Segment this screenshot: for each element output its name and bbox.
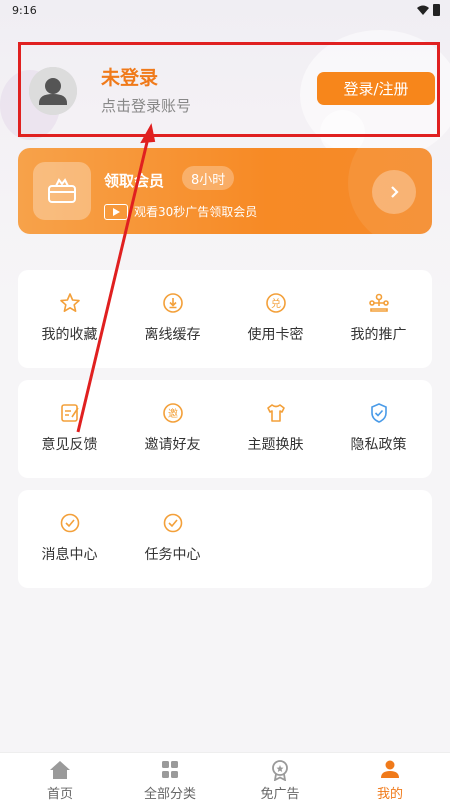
- svg-text:兑: 兑: [271, 297, 281, 310]
- menu-item-label: 意见反馈: [41, 437, 98, 453]
- redeem-icon: 兑: [265, 293, 286, 313]
- menu-item-invite-friends[interactable]: 邀 邀请好友: [121, 402, 224, 454]
- vip-title: 领取会员: [104, 172, 165, 190]
- nav-ad-free[interactable]: 免广告: [224, 759, 336, 800]
- login-prompt[interactable]: 点击登录账号: [101, 95, 191, 116]
- nav-mine[interactable]: 我的: [334, 759, 446, 800]
- award-icon: [272, 760, 288, 781]
- feature-section-2: 意见反馈 邀 邀请好友 主题换肤 隐私政策: [18, 380, 432, 478]
- invite-icon: 邀: [162, 403, 183, 423]
- menu-item-label: 任务中心: [144, 547, 201, 563]
- check-circle-icon: [60, 513, 79, 533]
- menu-item-label: 隐私政策: [350, 437, 407, 453]
- menu-item-label: 邀请好友: [144, 437, 201, 453]
- feature-section-1: 我的收藏 离线缓存 兑 使用卡密 我的推广: [18, 270, 432, 368]
- vip-card[interactable]: 领取会员 8小时 观看30秒广告领取会员: [18, 148, 432, 234]
- menu-item-label: 主题换肤: [247, 437, 304, 453]
- login-status-title: 未登录: [101, 67, 159, 89]
- nav-label: 我的: [376, 787, 403, 800]
- menu-item-label: 我的收藏: [41, 327, 98, 343]
- feedback-icon: [60, 404, 79, 422]
- avatar[interactable]: [29, 67, 77, 115]
- nav-label: 首页: [46, 787, 73, 800]
- download-icon: [162, 293, 183, 313]
- vip-go-button[interactable]: [372, 170, 416, 214]
- menu-item-favorites[interactable]: 我的收藏: [18, 292, 121, 344]
- status-time: 9:16: [12, 4, 37, 17]
- menu-item-label: 消息中心: [41, 547, 98, 563]
- profile-login-area[interactable]: 未登录 点击登录账号 登录/注册: [18, 42, 440, 137]
- vip-subtitle-row: 观看30秒广告领取会员: [104, 203, 257, 220]
- chevron-right-icon: [391, 186, 399, 198]
- menu-item-label: 使用卡密: [247, 327, 304, 343]
- menu-item-privacy-policy[interactable]: 隐私政策: [327, 402, 430, 454]
- menu-item-promotion[interactable]: 我的推广: [327, 292, 430, 344]
- status-bar: 9:16: [0, 0, 450, 22]
- shirt-icon: [266, 404, 285, 422]
- vip-subtitle: 观看30秒广告领取会员: [134, 205, 258, 219]
- shield-icon: [370, 403, 387, 423]
- default-avatar-icon: [29, 67, 77, 115]
- menu-item-task-center[interactable]: 任务中心: [121, 512, 224, 564]
- menu-item-redeem-code[interactable]: 兑 使用卡密: [224, 292, 327, 344]
- svg-text:邀: 邀: [168, 407, 178, 420]
- video-play-icon: [104, 203, 128, 220]
- user-icon: [381, 760, 399, 778]
- bottom-navigation: 首页 全部分类 免广告 我的: [0, 752, 450, 800]
- home-icon: [50, 761, 70, 779]
- nav-categories[interactable]: 全部分类: [114, 759, 226, 800]
- nav-label: 全部分类: [143, 787, 196, 800]
- menu-item-feedback[interactable]: 意见反馈: [18, 402, 121, 454]
- menu-item-theme[interactable]: 主题换肤: [224, 402, 327, 454]
- login-register-button[interactable]: 登录/注册: [317, 72, 435, 105]
- wifi-icon: [417, 5, 429, 15]
- gift-card-icon: [33, 162, 91, 220]
- grid-icon: [162, 761, 178, 778]
- share-tree-icon: [368, 293, 389, 312]
- feature-section-3: 消息中心 任务中心: [18, 490, 432, 588]
- vip-duration-badge: 8小时: [182, 166, 235, 190]
- menu-item-message-center[interactable]: 消息中心: [18, 512, 121, 564]
- check-circle-icon: [163, 513, 182, 533]
- nav-home[interactable]: 首页: [4, 759, 116, 800]
- menu-item-label: 离线缓存: [144, 327, 201, 343]
- star-icon: [59, 293, 80, 312]
- battery-icon: [433, 4, 440, 16]
- menu-item-label: 我的推广: [350, 327, 407, 343]
- nav-label: 免广告: [260, 787, 300, 800]
- menu-item-offline-cache[interactable]: 离线缓存: [121, 292, 224, 344]
